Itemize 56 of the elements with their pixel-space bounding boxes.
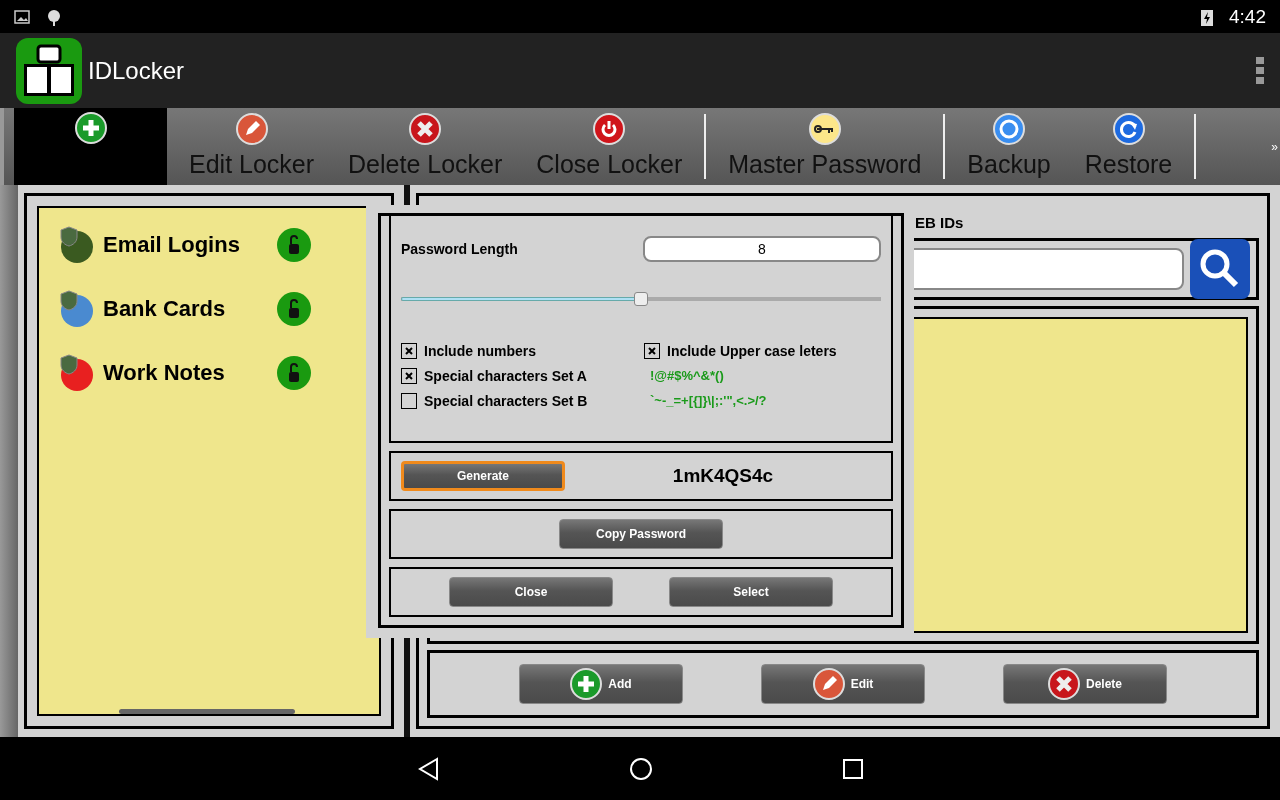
app-title: IDLocker <box>88 56 186 85</box>
checkbox[interactable] <box>401 367 417 384</box>
slider-thumb[interactable] <box>634 292 648 306</box>
cross-icon <box>409 113 442 145</box>
checkbox[interactable] <box>401 342 417 359</box>
plus-icon <box>570 668 603 700</box>
more-button[interactable]: » <box>1271 139 1280 154</box>
cross-mark-icon <box>405 371 413 380</box>
search-button[interactable] <box>1190 239 1250 299</box>
pencil-icon <box>812 668 845 700</box>
cross-icon <box>1048 668 1080 700</box>
overflow-menu-icon[interactable] <box>1256 56 1264 85</box>
refresh-icon <box>1112 113 1145 145</box>
generate-button[interactable]: Generate <box>401 461 565 492</box>
cross-mark-icon <box>405 346 413 355</box>
plus-icon <box>74 112 107 144</box>
character-set-text: `~-_=+[{]}\|;:'",<.>/? <box>649 393 767 408</box>
back-icon[interactable] <box>417 756 439 781</box>
locker-icon <box>57 226 95 264</box>
cross-mark-icon <box>648 346 656 355</box>
locker-icon <box>57 290 95 328</box>
home-icon[interactable] <box>629 756 653 781</box>
action-button[interactable]: Edit <box>761 664 925 704</box>
locker-icon <box>57 354 95 392</box>
generated-password: 1mK4QS4c <box>671 465 775 488</box>
key-icon <box>808 113 841 145</box>
field-label: Password Length <box>401 241 518 257</box>
battery-charging-icon <box>1201 7 1213 26</box>
select-button[interactable]: Select <box>669 577 833 608</box>
pencil-icon <box>235 113 268 145</box>
power-icon <box>593 113 626 145</box>
checkbox-label: Special characters Set A <box>424 367 587 384</box>
add-locker-tab[interactable] <box>14 108 167 185</box>
unlocked-padlock-icon[interactable] <box>277 356 311 390</box>
checkbox[interactable] <box>401 392 417 409</box>
app-logo-icon[interactable] <box>16 37 82 104</box>
checkbox-label: Include Upper case leters <box>667 342 837 359</box>
locker-item[interactable]: Bank Cards <box>57 290 379 328</box>
unlocked-padlock-icon[interactable] <box>277 292 311 326</box>
close-button[interactable]: Close <box>449 577 613 608</box>
action-button[interactable]: Add <box>519 664 683 704</box>
locker-item[interactable]: Work Notes <box>57 354 379 392</box>
unlocked-padlock-icon[interactable] <box>277 228 311 262</box>
clock-time: 4:42 <box>1229 5 1266 28</box>
checkbox-label: Include numbers <box>424 342 537 359</box>
locker-item[interactable]: Email Logins <box>57 226 379 264</box>
image-icon <box>14 9 30 24</box>
backup-icon <box>993 113 1026 145</box>
recents-icon[interactable] <box>843 758 863 779</box>
checkbox[interactable] <box>644 342 660 359</box>
copy-password-button[interactable]: Copy Password <box>559 519 723 550</box>
section-title: EB IDs <box>914 213 965 232</box>
checkbox-label: Special characters Set B <box>424 392 588 409</box>
action-button[interactable]: Delete <box>1003 664 1167 704</box>
character-set-text: !@#$%^&*() <box>649 368 724 383</box>
length-field[interactable]: 8 <box>643 236 881 262</box>
